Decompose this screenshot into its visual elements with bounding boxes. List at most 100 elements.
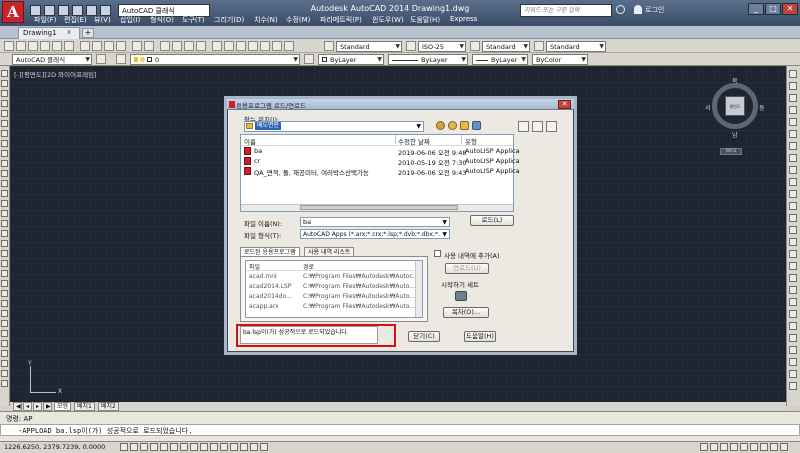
annotation-visibility-icon[interactable]	[710, 443, 718, 451]
line-icon[interactable]	[1, 70, 8, 77]
layer-properties-icon[interactable]	[116, 54, 126, 64]
inspect-icon[interactable]	[789, 322, 797, 330]
annotation-monitor-icon[interactable]	[260, 443, 268, 451]
close-dialog-button[interactable]: 닫기(C)	[408, 331, 440, 342]
rectangle-icon[interactable]	[1, 110, 8, 117]
offset-icon[interactable]	[1, 290, 8, 297]
polyline-icon[interactable]	[1, 90, 8, 97]
menu-draw[interactable]: 그리기(D)	[214, 15, 244, 25]
dim-update-icon[interactable]	[789, 358, 797, 366]
mleader-style-dropdown[interactable]: Standard ▼	[546, 41, 606, 52]
workspace-dropdown-2[interactable]: AutoCAD 클래식 ▼	[12, 54, 92, 65]
minimize-button[interactable]: _	[748, 3, 764, 15]
wcs-menu[interactable]: WCS	[720, 148, 742, 155]
load-button[interactable]: 로드(L)	[470, 215, 514, 226]
break-icon[interactable]	[1, 370, 8, 377]
selection-cycling-icon[interactable]	[250, 443, 258, 451]
up-folder-icon[interactable]	[448, 121, 457, 130]
color-dropdown[interactable]: ByLayer ▼	[318, 54, 384, 65]
properties-icon[interactable]	[212, 41, 222, 51]
zoom-realtime-icon[interactable]	[172, 41, 182, 51]
menu-edit[interactable]: 편집(E)	[64, 15, 87, 25]
stretch-icon[interactable]	[1, 340, 8, 347]
menu-dimension[interactable]: 치수(N)	[254, 15, 278, 25]
erase-icon[interactable]	[789, 70, 797, 78]
leader-icon[interactable]	[789, 286, 797, 294]
vertical-scrollbar[interactable]	[415, 261, 422, 317]
new-tab-button[interactable]: +	[82, 28, 94, 38]
circle-icon[interactable]	[1, 130, 8, 137]
make-block-icon[interactable]	[1, 190, 8, 197]
point-icon[interactable]	[1, 200, 8, 207]
mtext-icon[interactable]	[1, 250, 8, 257]
join-icon[interactable]	[789, 214, 797, 222]
extend-icon[interactable]	[789, 190, 797, 198]
move-icon[interactable]	[1, 310, 8, 317]
ortho-mode-icon[interactable]	[150, 443, 158, 451]
column-separator[interactable]	[395, 135, 396, 144]
loaded-row-file[interactable]: acad2014do...	[249, 293, 292, 300]
scrollbar-thumb[interactable]	[300, 205, 458, 210]
layer-dropdown[interactable]: 0 ▼	[130, 54, 300, 65]
move-icon[interactable]	[789, 130, 797, 138]
menu-file[interactable]: 파일(F)	[34, 15, 56, 25]
paste-icon[interactable]	[104, 41, 114, 51]
tab-layout1[interactable]: 배치1	[74, 402, 95, 411]
gradient-icon[interactable]	[1, 220, 8, 227]
ellipse-icon[interactable]	[1, 160, 8, 167]
preview-icon[interactable]	[52, 41, 62, 51]
open-icon[interactable]	[16, 41, 26, 51]
explode-icon[interactable]	[789, 250, 797, 258]
text-style-dropdown[interactable]: Standard ▼	[336, 41, 402, 52]
lock-icon[interactable]	[740, 443, 748, 451]
trim-icon[interactable]	[1, 350, 8, 357]
menu-modify[interactable]: 수정(M)	[286, 15, 310, 25]
contents-button[interactable]: 목차(O)...	[443, 307, 489, 318]
plotstyle-dropdown[interactable]: ByColor ▼	[532, 54, 588, 65]
menu-insert[interactable]: 삽입(I)	[120, 15, 140, 25]
fillet-icon[interactable]	[789, 238, 797, 246]
publish-icon[interactable]	[64, 41, 74, 51]
copy-icon[interactable]	[92, 41, 102, 51]
text-icon[interactable]	[789, 262, 797, 270]
dynamic-ucs-icon[interactable]	[200, 443, 208, 451]
center-mark-icon[interactable]	[789, 310, 797, 318]
grid-display-icon[interactable]	[140, 443, 148, 451]
menu-window[interactable]: 윈도우(W)	[372, 15, 404, 25]
scale-icon[interactable]	[1, 330, 8, 337]
mirror-icon[interactable]	[1, 280, 8, 287]
loaded-row-file[interactable]: acad.mnl	[249, 273, 277, 280]
dim-override-icon[interactable]	[789, 382, 797, 390]
match-properties-icon[interactable]	[116, 41, 126, 51]
first-layout-button[interactable]: ◀	[13, 402, 22, 411]
hardware-acceleration-icon[interactable]	[750, 443, 758, 451]
extend-icon[interactable]	[1, 360, 8, 367]
find-icon[interactable]	[518, 121, 529, 132]
lineweight-icon[interactable]	[220, 443, 228, 451]
table-icon[interactable]	[1, 240, 8, 247]
pan-icon[interactable]	[160, 41, 170, 51]
offset-icon[interactable]	[789, 106, 797, 114]
help-button[interactable]: 도움말(H)	[464, 331, 496, 342]
close-button[interactable]: ✕	[782, 3, 798, 15]
hatch-icon[interactable]	[1, 210, 8, 217]
new-icon[interactable]	[4, 41, 14, 51]
isolate-objects-icon[interactable]	[760, 443, 768, 451]
menu-tools[interactable]: 도구(T)	[182, 15, 205, 25]
menu-view[interactable]: 뷰(V)	[94, 15, 111, 25]
workspace-switching-icon[interactable]	[730, 443, 738, 451]
maximize-button[interactable]: □	[765, 3, 781, 15]
insert-block-icon[interactable]	[1, 180, 8, 187]
stretch-icon[interactable]	[789, 166, 797, 174]
table-style-dropdown[interactable]: Standard ▼	[482, 41, 530, 52]
snap-mode-icon[interactable]	[130, 443, 138, 451]
menu-format[interactable]: 형식(O)	[150, 15, 174, 25]
chamfer-icon[interactable]	[789, 226, 797, 234]
compass-west[interactable]: 서	[705, 103, 711, 112]
unload-button[interactable]: 언로드(U)	[445, 263, 489, 274]
scale-icon[interactable]	[789, 154, 797, 162]
file-type-dropdown[interactable]: AutoCAD Apps (*.arx;*.crx;*.lsp;*.dvb;*.…	[300, 229, 450, 239]
column-separator[interactable]	[461, 135, 462, 144]
clean-screen-icon[interactable]	[780, 443, 788, 451]
jogged-icon[interactable]	[789, 334, 797, 342]
